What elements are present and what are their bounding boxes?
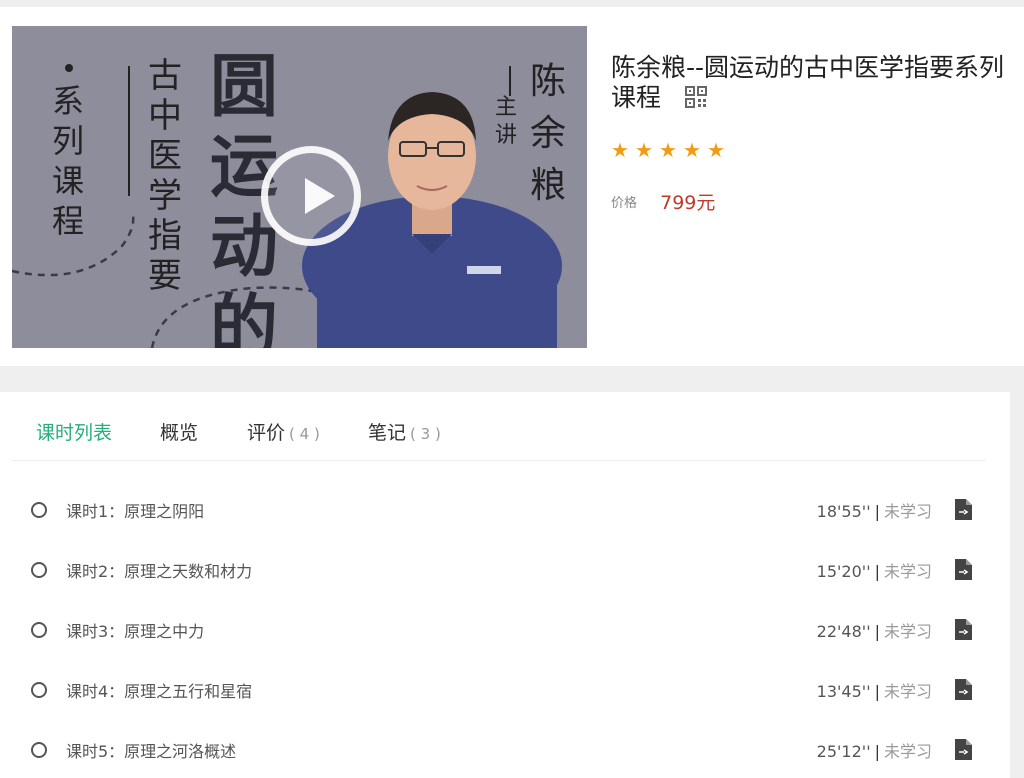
lesson-status: 未学习 (883, 502, 932, 521)
lesson-meta: 25'12'' | 未学习 (816, 742, 932, 761)
tab-count: ( 4 ) (289, 425, 320, 443)
document-icon[interactable] (955, 619, 972, 640)
lesson-name: 课时1：原理之阴阳 (66, 502, 205, 521)
tab-reviews[interactable]: 评价( 4 ) (247, 418, 320, 445)
play-icon[interactable] (261, 146, 361, 246)
lesson-duration: 15'20'' (816, 562, 871, 581)
lesson-duration: 25'12'' (816, 742, 871, 761)
lesson-status-circle-icon (31, 622, 47, 638)
tab-bar: 课时列表 概览 评价( 4 ) 笔记( 3 ) (12, 392, 986, 461)
rating-stars: ★ ★ ★ ★ ★ (611, 138, 731, 162)
lesson-status-circle-icon (31, 742, 47, 758)
course-title-text: 陈余粮--圆运动的古中医学指要系列课程 (611, 53, 1005, 112)
lesson-meta: 15'20'' | 未学习 (816, 562, 932, 581)
lesson-name: 课时4：原理之五行和星宿 (66, 682, 253, 701)
star-icon: ★ (635, 138, 653, 162)
course-content-card: 课时列表 概览 评价( 4 ) 笔记( 3 ) 课时1：原理之阴阳 18'55'… (0, 392, 1010, 778)
lesson-name: 课时5：原理之河洛概述 (66, 742, 237, 761)
tab-overview[interactable]: 概览 (160, 418, 198, 445)
lesson-status-circle-icon (31, 682, 47, 698)
lesson-meta: 22'48'' | 未学习 (816, 622, 932, 641)
document-icon[interactable] (955, 499, 972, 520)
cover-series-label: 系列课程 (52, 82, 85, 240)
price-label: 价格 (611, 196, 638, 211)
cover-subtitle: 古中医学指要 (148, 56, 182, 296)
tab-count: ( 3 ) (410, 425, 441, 443)
star-icon: ★ (683, 138, 701, 162)
lesson-duration: 13'45'' (816, 682, 871, 701)
course-header-card: 系列课程 古中医学指要 圆运动的 主讲 陈余粮 陈余粮--圆运动的古中医学指要系… (0, 7, 1024, 366)
lesson-row[interactable]: 课时1：原理之阴阳 18'55'' | 未学习 (0, 492, 1010, 532)
lesson-meta: 18'55'' | 未学习 (816, 502, 932, 521)
tab-notes[interactable]: 笔记( 3 ) (368, 418, 441, 445)
lesson-row[interactable]: 课时4：原理之五行和星宿 13'45'' | 未学习 (0, 672, 1010, 712)
lesson-status: 未学习 (883, 682, 932, 701)
lesson-status-circle-icon (31, 502, 47, 518)
lesson-status: 未学习 (883, 742, 932, 761)
lesson-duration: 22'48'' (816, 622, 871, 641)
price-row: 价格 799元 (611, 188, 715, 215)
tab-label: 评价 (247, 422, 286, 444)
star-icon: ★ (659, 138, 677, 162)
tab-label: 概览 (160, 422, 199, 444)
lesson-name: 课时3：原理之中力 (66, 622, 205, 641)
tab-label: 笔记 (368, 422, 407, 444)
lesson-row[interactable]: 课时3：原理之中力 22'48'' | 未学习 (0, 612, 1010, 652)
lesson-row[interactable]: 课时5：原理之河洛概述 25'12'' | 未学习 (0, 732, 1010, 772)
qr-code-icon[interactable] (685, 86, 707, 108)
tab-label: 课时列表 (36, 422, 113, 444)
lesson-name: 课时2：原理之天数和材力 (66, 562, 253, 581)
document-icon[interactable] (955, 559, 972, 580)
star-icon: ★ (707, 138, 725, 162)
lesson-status-circle-icon (31, 562, 47, 578)
tab-lesson-list[interactable]: 课时列表 (36, 418, 112, 445)
course-title: 陈余粮--圆运动的古中医学指要系列课程 (611, 53, 1024, 113)
course-cover-video[interactable]: 系列课程 古中医学指要 圆运动的 主讲 陈余粮 (12, 26, 587, 348)
lesson-status: 未学习 (883, 622, 932, 641)
lesson-row[interactable]: 课时2：原理之天数和材力 15'20'' | 未学习 (0, 552, 1010, 592)
document-icon[interactable] (955, 679, 972, 700)
lesson-status: 未学习 (883, 562, 932, 581)
price-value: 799元 (660, 192, 716, 214)
document-icon[interactable] (955, 739, 972, 760)
star-icon: ★ (611, 138, 629, 162)
cover-lecturer-tag: 主讲 (495, 95, 518, 148)
cover-lecturer-name: 陈余粮 (530, 61, 567, 206)
lesson-duration: 18'55'' (816, 502, 871, 521)
lesson-meta: 13'45'' | 未学习 (816, 682, 932, 701)
